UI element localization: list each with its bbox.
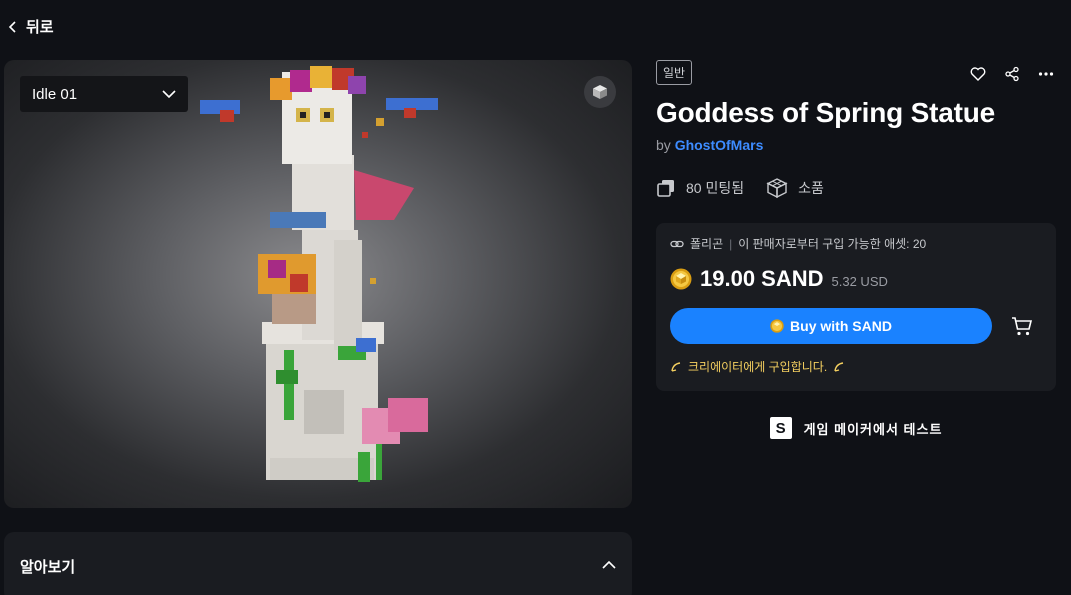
learn-more-section[interactable]: 알아보기 [4, 532, 632, 595]
buy-row: Buy with SAND [670, 308, 1042, 344]
back-label: 뒤로 [26, 19, 54, 36]
chevron-left-icon [8, 20, 16, 33]
sandbox-logo-icon: S [769, 417, 792, 439]
animation-select[interactable]: Idle 01 [20, 76, 188, 112]
copies-icon [657, 180, 674, 197]
3d-cube-view-button[interactable] [584, 76, 616, 108]
creator-byline: by GhostOfMars [656, 137, 1056, 153]
asset-actions [968, 64, 1056, 84]
minted-count: 80 민팅됨 [656, 178, 744, 198]
cube-icon [593, 85, 607, 99]
asset-3d-viewer[interactable]: Idle 01 [4, 60, 632, 508]
asset-details-panel: 일반 Goddess of Spring Statue by GhostOfMa… [656, 60, 1056, 439]
asset-title: Goddess of Spring Statue [656, 97, 996, 128]
price-usd: 5.32 USD [831, 274, 888, 289]
heart-icon [970, 67, 986, 81]
more-horizontal-icon [1038, 72, 1054, 76]
by-prefix: by [656, 137, 671, 153]
chevron-up-icon [602, 560, 616, 569]
available-count: 이 판매자로부터 구입 가능한 애셋: 20 [738, 237, 927, 251]
rarity-badge: 일반 [656, 60, 693, 85]
asset-category: 소품 [766, 177, 824, 199]
purchase-card: 폴리곤 | 이 판매자로부터 구입 가능한 애셋: 20 19.00 SAND … [656, 223, 1056, 391]
network-type: 폴리곤 [690, 237, 724, 251]
game-maker-label: 게임 메이커에서 테스트 [803, 421, 943, 437]
back-button[interactable]: 뒤로 [8, 16, 54, 37]
info-separator: | [729, 236, 733, 251]
animation-select-value: Idle 01 [32, 85, 78, 103]
sand-coin-icon [670, 268, 692, 290]
favorite-button[interactable] [968, 64, 988, 84]
price-sand: 19.00 SAND [700, 266, 824, 291]
add-to-cart-icon[interactable] [1010, 314, 1034, 338]
purchase-info: 폴리곤 | 이 판매자로부터 구입 가능한 애셋: 20 [670, 235, 1042, 252]
test-in-game-maker-button[interactable]: S 게임 메이커에서 테스트 [656, 417, 1056, 439]
share-icon [1005, 66, 1019, 82]
asset-meta: 80 민팅됨 소품 [656, 177, 1056, 199]
sand-coin-icon [770, 319, 784, 333]
creator-link[interactable]: GhostOfMars [675, 137, 764, 153]
creator-note-text: 크리에이터에게 구입합니다. [688, 360, 828, 374]
sparkle-icon [834, 361, 844, 372]
link-chain-icon [670, 240, 684, 247]
voxel-cube-icon [766, 178, 788, 199]
buy-with-sand-button[interactable]: Buy with SAND [670, 308, 992, 344]
learn-more-title: 알아보기 [20, 559, 76, 576]
asset-category-label: 소품 [798, 180, 824, 196]
chevron-down-icon [162, 90, 176, 99]
more-options-button[interactable] [1036, 64, 1056, 84]
buy-button-label: Buy with SAND [790, 318, 892, 334]
minted-count-label: 80 민팅됨 [686, 180, 745, 196]
price-row: 19.00 SAND 5.32 USD [670, 266, 1042, 292]
statue-model-image [200, 66, 438, 482]
creator-purchase-note: 크리에이터에게 구입합니다. [670, 358, 1042, 375]
share-button[interactable] [1002, 64, 1022, 84]
sparkle-icon [671, 361, 681, 372]
